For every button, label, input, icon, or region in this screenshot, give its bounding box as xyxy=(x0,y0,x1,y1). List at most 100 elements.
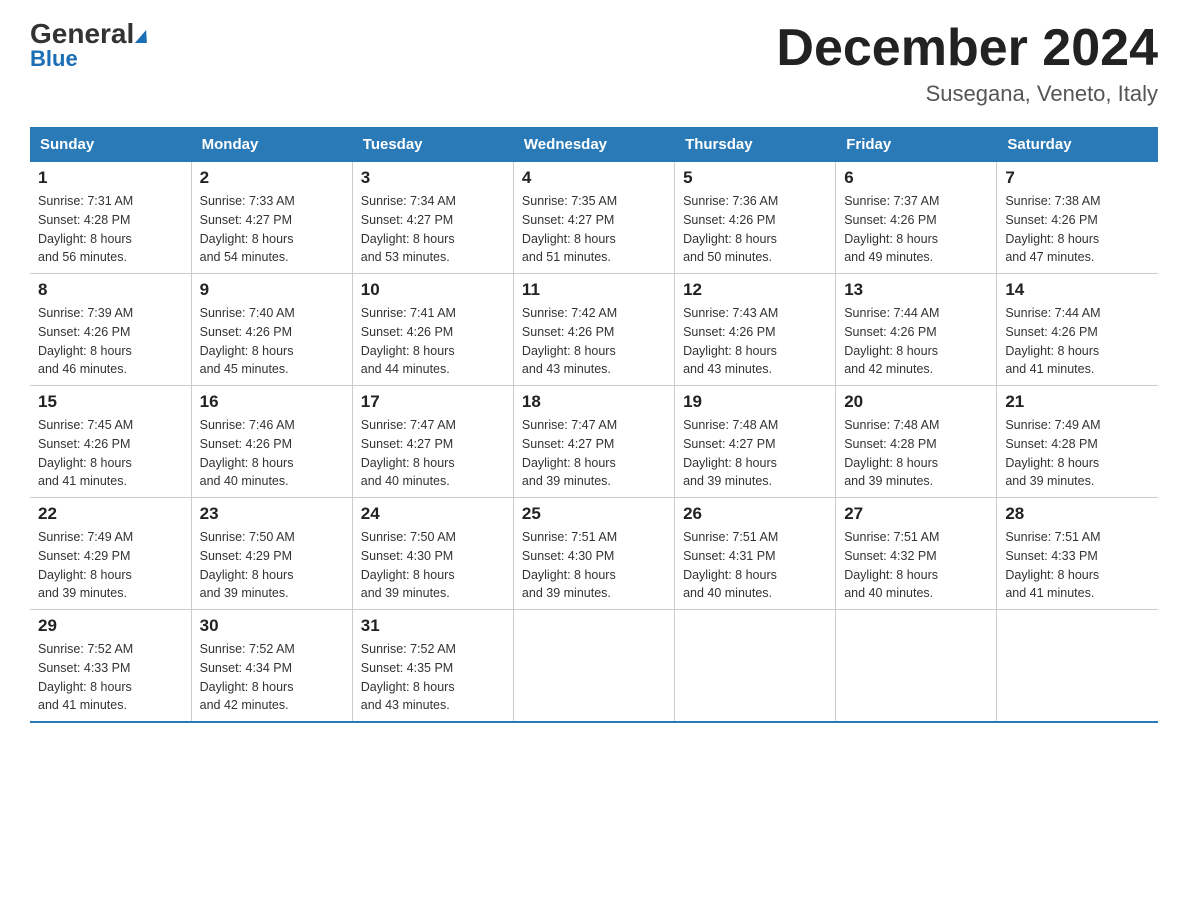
day-number: 23 xyxy=(200,504,344,524)
day-info: Sunrise: 7:41 AMSunset: 4:26 PMDaylight:… xyxy=(361,306,456,376)
logo-blue: Blue xyxy=(30,46,78,72)
day-info: Sunrise: 7:42 AMSunset: 4:26 PMDaylight:… xyxy=(522,306,617,376)
day-number: 30 xyxy=(200,616,344,636)
day-number: 21 xyxy=(1005,392,1150,412)
day-number: 15 xyxy=(38,392,183,412)
calendar-cell: 13 Sunrise: 7:44 AMSunset: 4:26 PMDaylig… xyxy=(836,274,997,386)
week-row-4: 22 Sunrise: 7:49 AMSunset: 4:29 PMDaylig… xyxy=(30,498,1158,610)
month-title: December 2024 xyxy=(776,20,1158,77)
day-number: 16 xyxy=(200,392,344,412)
day-info: Sunrise: 7:35 AMSunset: 4:27 PMDaylight:… xyxy=(522,194,617,264)
calendar-cell: 8 Sunrise: 7:39 AMSunset: 4:26 PMDayligh… xyxy=(30,274,191,386)
week-row-1: 1 Sunrise: 7:31 AMSunset: 4:28 PMDayligh… xyxy=(30,162,1158,274)
day-number: 11 xyxy=(522,280,666,300)
header-day-thursday: Thursday xyxy=(675,128,836,162)
logo: General Blue xyxy=(30,20,148,72)
day-info: Sunrise: 7:50 AMSunset: 4:29 PMDaylight:… xyxy=(200,530,295,600)
day-info: Sunrise: 7:50 AMSunset: 4:30 PMDaylight:… xyxy=(361,530,456,600)
calendar-table: SundayMondayTuesdayWednesdayThursdayFrid… xyxy=(30,127,1158,723)
calendar-cell: 28 Sunrise: 7:51 AMSunset: 4:33 PMDaylig… xyxy=(997,498,1158,610)
calendar-cell: 5 Sunrise: 7:36 AMSunset: 4:26 PMDayligh… xyxy=(675,162,836,274)
calendar-cell: 27 Sunrise: 7:51 AMSunset: 4:32 PMDaylig… xyxy=(836,498,997,610)
day-number: 14 xyxy=(1005,280,1150,300)
day-info: Sunrise: 7:38 AMSunset: 4:26 PMDaylight:… xyxy=(1005,194,1100,264)
day-info: Sunrise: 7:33 AMSunset: 4:27 PMDaylight:… xyxy=(200,194,295,264)
calendar-cell: 23 Sunrise: 7:50 AMSunset: 4:29 PMDaylig… xyxy=(191,498,352,610)
day-number: 7 xyxy=(1005,168,1150,188)
calendar-cell: 21 Sunrise: 7:49 AMSunset: 4:28 PMDaylig… xyxy=(997,386,1158,498)
day-info: Sunrise: 7:52 AMSunset: 4:33 PMDaylight:… xyxy=(38,642,133,712)
calendar-cell: 3 Sunrise: 7:34 AMSunset: 4:27 PMDayligh… xyxy=(352,162,513,274)
day-info: Sunrise: 7:44 AMSunset: 4:26 PMDaylight:… xyxy=(1005,306,1100,376)
week-row-2: 8 Sunrise: 7:39 AMSunset: 4:26 PMDayligh… xyxy=(30,274,1158,386)
calendar-cell: 18 Sunrise: 7:47 AMSunset: 4:27 PMDaylig… xyxy=(513,386,674,498)
day-info: Sunrise: 7:48 AMSunset: 4:28 PMDaylight:… xyxy=(844,418,939,488)
day-number: 22 xyxy=(38,504,183,524)
calendar-cell xyxy=(997,610,1158,723)
day-info: Sunrise: 7:34 AMSunset: 4:27 PMDaylight:… xyxy=(361,194,456,264)
day-info: Sunrise: 7:47 AMSunset: 4:27 PMDaylight:… xyxy=(361,418,456,488)
calendar-cell: 15 Sunrise: 7:45 AMSunset: 4:26 PMDaylig… xyxy=(30,386,191,498)
day-info: Sunrise: 7:52 AMSunset: 4:35 PMDaylight:… xyxy=(361,642,456,712)
header-day-saturday: Saturday xyxy=(997,128,1158,162)
day-number: 3 xyxy=(361,168,505,188)
logo-general: General xyxy=(30,20,148,48)
title-area: December 2024 Susegana, Veneto, Italy xyxy=(776,20,1158,107)
week-row-5: 29 Sunrise: 7:52 AMSunset: 4:33 PMDaylig… xyxy=(30,610,1158,723)
day-info: Sunrise: 7:52 AMSunset: 4:34 PMDaylight:… xyxy=(200,642,295,712)
calendar-cell xyxy=(836,610,997,723)
header-row: SundayMondayTuesdayWednesdayThursdayFrid… xyxy=(30,128,1158,162)
calendar-cell: 30 Sunrise: 7:52 AMSunset: 4:34 PMDaylig… xyxy=(191,610,352,723)
header-day-monday: Monday xyxy=(191,128,352,162)
calendar-cell: 9 Sunrise: 7:40 AMSunset: 4:26 PMDayligh… xyxy=(191,274,352,386)
day-number: 27 xyxy=(844,504,988,524)
day-info: Sunrise: 7:40 AMSunset: 4:26 PMDaylight:… xyxy=(200,306,295,376)
header-day-tuesday: Tuesday xyxy=(352,128,513,162)
day-info: Sunrise: 7:48 AMSunset: 4:27 PMDaylight:… xyxy=(683,418,778,488)
calendar-cell: 26 Sunrise: 7:51 AMSunset: 4:31 PMDaylig… xyxy=(675,498,836,610)
day-info: Sunrise: 7:51 AMSunset: 4:30 PMDaylight:… xyxy=(522,530,617,600)
day-info: Sunrise: 7:49 AMSunset: 4:29 PMDaylight:… xyxy=(38,530,133,600)
day-number: 9 xyxy=(200,280,344,300)
day-info: Sunrise: 7:46 AMSunset: 4:26 PMDaylight:… xyxy=(200,418,295,488)
day-number: 31 xyxy=(361,616,505,636)
calendar-cell: 24 Sunrise: 7:50 AMSunset: 4:30 PMDaylig… xyxy=(352,498,513,610)
calendar-cell: 17 Sunrise: 7:47 AMSunset: 4:27 PMDaylig… xyxy=(352,386,513,498)
day-number: 26 xyxy=(683,504,827,524)
calendar-cell: 2 Sunrise: 7:33 AMSunset: 4:27 PMDayligh… xyxy=(191,162,352,274)
calendar-cell: 22 Sunrise: 7:49 AMSunset: 4:29 PMDaylig… xyxy=(30,498,191,610)
day-number: 4 xyxy=(522,168,666,188)
day-info: Sunrise: 7:51 AMSunset: 4:31 PMDaylight:… xyxy=(683,530,778,600)
day-number: 17 xyxy=(361,392,505,412)
calendar-cell xyxy=(513,610,674,723)
day-number: 10 xyxy=(361,280,505,300)
week-row-3: 15 Sunrise: 7:45 AMSunset: 4:26 PMDaylig… xyxy=(30,386,1158,498)
calendar-cell: 25 Sunrise: 7:51 AMSunset: 4:30 PMDaylig… xyxy=(513,498,674,610)
day-number: 8 xyxy=(38,280,183,300)
header-day-wednesday: Wednesday xyxy=(513,128,674,162)
calendar-cell: 29 Sunrise: 7:52 AMSunset: 4:33 PMDaylig… xyxy=(30,610,191,723)
day-number: 24 xyxy=(361,504,505,524)
day-number: 20 xyxy=(844,392,988,412)
day-info: Sunrise: 7:45 AMSunset: 4:26 PMDaylight:… xyxy=(38,418,133,488)
calendar-cell: 14 Sunrise: 7:44 AMSunset: 4:26 PMDaylig… xyxy=(997,274,1158,386)
header-day-friday: Friday xyxy=(836,128,997,162)
calendar-cell: 1 Sunrise: 7:31 AMSunset: 4:28 PMDayligh… xyxy=(30,162,191,274)
day-number: 12 xyxy=(683,280,827,300)
day-number: 29 xyxy=(38,616,183,636)
calendar-cell: 11 Sunrise: 7:42 AMSunset: 4:26 PMDaylig… xyxy=(513,274,674,386)
calendar-cell: 12 Sunrise: 7:43 AMSunset: 4:26 PMDaylig… xyxy=(675,274,836,386)
calendar-cell: 16 Sunrise: 7:46 AMSunset: 4:26 PMDaylig… xyxy=(191,386,352,498)
day-info: Sunrise: 7:51 AMSunset: 4:32 PMDaylight:… xyxy=(844,530,939,600)
header-day-sunday: Sunday xyxy=(30,128,191,162)
day-info: Sunrise: 7:43 AMSunset: 4:26 PMDaylight:… xyxy=(683,306,778,376)
day-info: Sunrise: 7:44 AMSunset: 4:26 PMDaylight:… xyxy=(844,306,939,376)
day-number: 19 xyxy=(683,392,827,412)
day-info: Sunrise: 7:31 AMSunset: 4:28 PMDaylight:… xyxy=(38,194,133,264)
day-number: 2 xyxy=(200,168,344,188)
day-number: 13 xyxy=(844,280,988,300)
day-info: Sunrise: 7:39 AMSunset: 4:26 PMDaylight:… xyxy=(38,306,133,376)
calendar-cell: 19 Sunrise: 7:48 AMSunset: 4:27 PMDaylig… xyxy=(675,386,836,498)
calendar-cell: 6 Sunrise: 7:37 AMSunset: 4:26 PMDayligh… xyxy=(836,162,997,274)
day-number: 5 xyxy=(683,168,827,188)
